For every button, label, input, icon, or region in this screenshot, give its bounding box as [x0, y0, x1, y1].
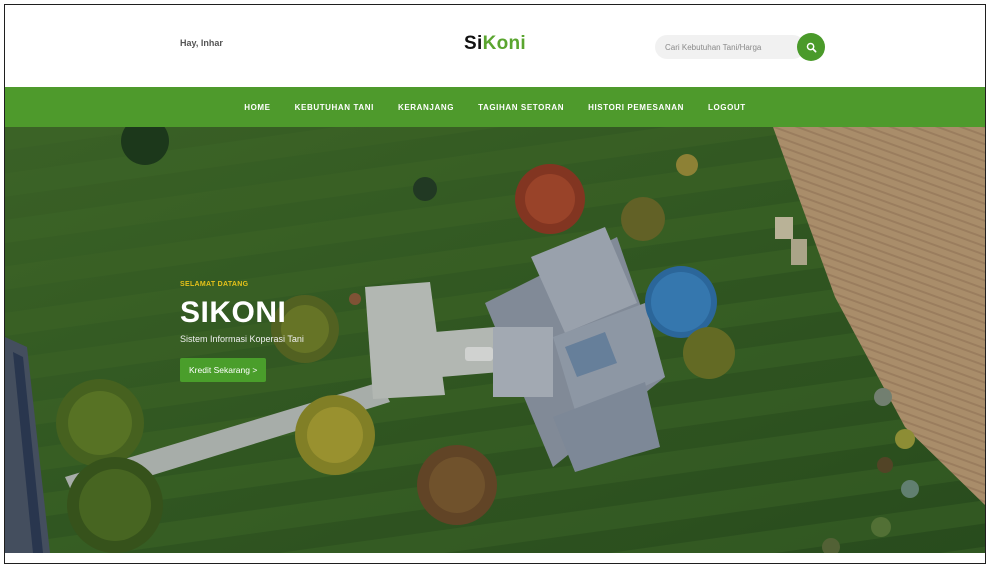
main-nav: HOME KEBUTUHAN TANI KERANJANG TAGIHAN SE…: [5, 87, 985, 127]
hero-subtitle: Sistem Informasi Koperasi Tani: [180, 334, 304, 344]
hero-kicker: SELAMAT DATANG: [180, 281, 249, 288]
search-icon: [806, 42, 816, 52]
nav-item-keranjang[interactable]: KERANJANG: [398, 103, 454, 112]
hero-banner: SELAMAT DATANG SIKONI Sistem Informasi K…: [5, 127, 985, 553]
nav-item-histori-pemesanan[interactable]: HISTORI PEMESANAN: [588, 103, 684, 112]
kredit-sekarang-button[interactable]: Kredit Sekarang >: [180, 358, 267, 382]
search-bar: [655, 33, 827, 61]
nav-item-tagihan-setoran[interactable]: TAGIHAN SETORAN: [478, 103, 564, 112]
top-header: Hay, Inhar SiKoni: [5, 5, 985, 87]
hero-title: SIKONI: [180, 296, 287, 329]
search-input[interactable]: [655, 35, 805, 59]
content-start-strip: [5, 553, 985, 563]
nav-item-logout[interactable]: LOGOUT: [708, 103, 746, 112]
nav-item-home[interactable]: HOME: [244, 103, 270, 112]
logo-part-koni: Koni: [482, 33, 526, 54]
site-logo[interactable]: SiKoni: [5, 33, 985, 55]
logo-part-si: Si: [464, 33, 483, 54]
hero-content: SELAMAT DATANG SIKONI Sistem Informasi K…: [180, 281, 304, 382]
hero-background-image: [5, 127, 985, 553]
page-frame: Hay, Inhar SiKoni HOME KEBUTUHAN TANI KE…: [4, 4, 986, 564]
nav-item-kebutuhan-tani[interactable]: KEBUTUHAN TANI: [295, 103, 374, 112]
search-button[interactable]: [797, 33, 825, 61]
